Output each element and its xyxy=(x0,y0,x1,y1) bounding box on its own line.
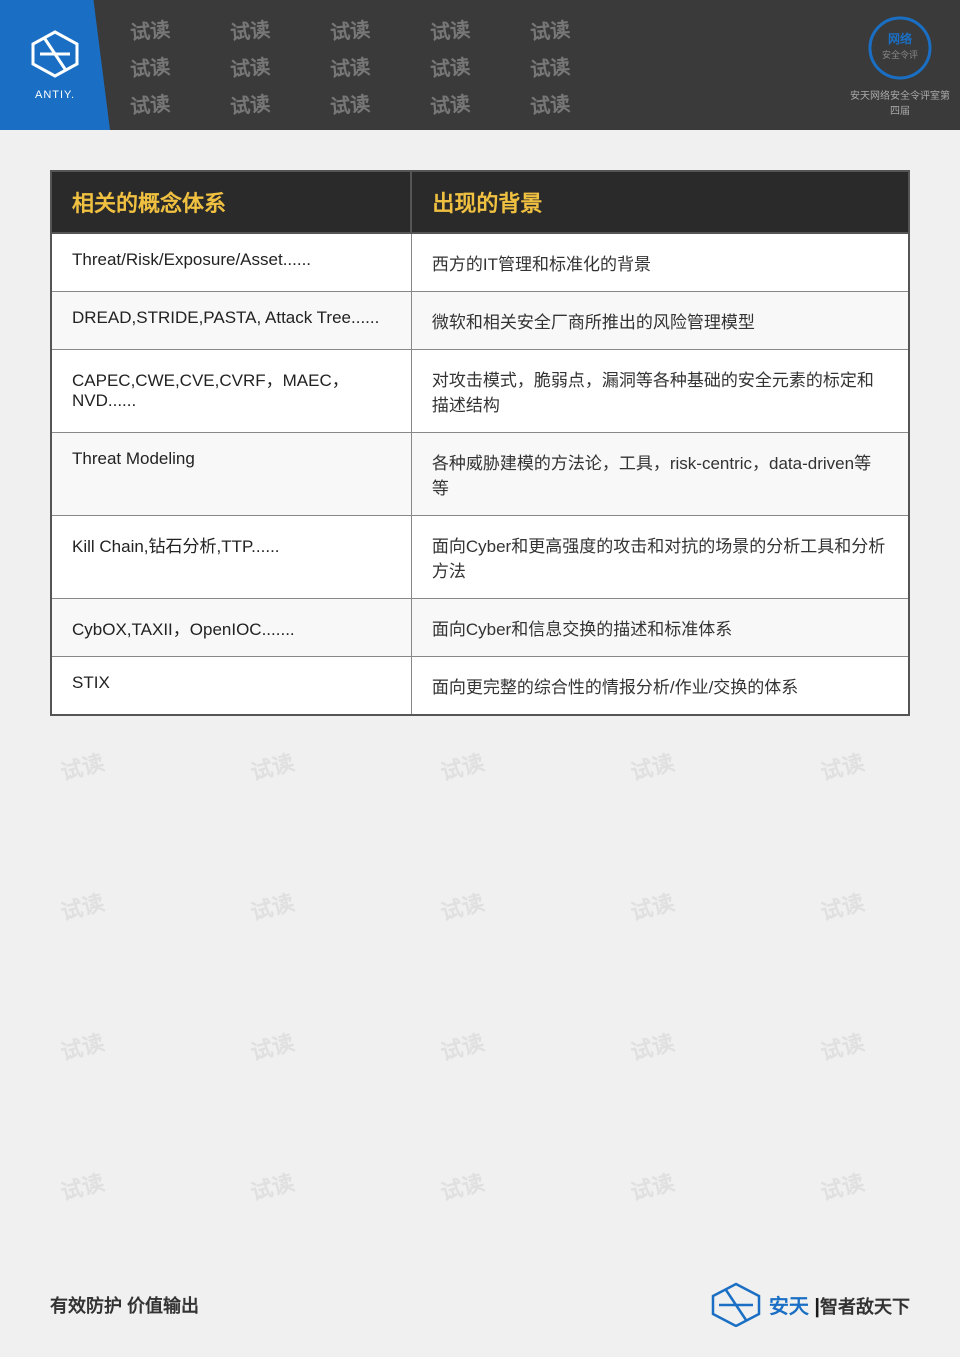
watermark-item: 试读 xyxy=(429,13,471,45)
footer-right: 安天 |智者敌天下 xyxy=(711,1282,910,1327)
watermark-item: 试读 xyxy=(129,13,171,45)
watermark-item: 试读 xyxy=(529,50,571,82)
table-cell-right: 面向Cyber和更高强度的攻击和对抗的场景的分析工具和分析方法 xyxy=(411,516,909,599)
main-content: 相关的概念体系 出现的背景 Threat/Risk/Exposure/Asset… xyxy=(0,130,960,746)
top-right-subtitle: 安天网络安全令评室第四届 xyxy=(850,87,950,117)
bg-watermark: 试读 xyxy=(627,745,678,787)
table-row: Threat Modeling各种威胁建模的方法论，工具，risk-centri… xyxy=(51,433,909,516)
bg-watermark: 试读 xyxy=(57,1165,108,1207)
footer-left-text: 有效防护 价值输出 xyxy=(50,1292,199,1318)
table-cell-right: 各种威胁建模的方法论，工具，risk-centric，data-driven等等 xyxy=(411,433,909,516)
footer: 有效防护 价值输出 安天 |智者敌天下 xyxy=(0,1282,960,1327)
table-cell-right: 西方的IT管理和标准化的背景 xyxy=(411,233,909,292)
bg-watermark: 试读 xyxy=(57,745,108,787)
table-cell-left: Kill Chain,钻石分析,TTP...... xyxy=(51,516,411,599)
bg-watermark: 试读 xyxy=(437,1025,488,1067)
watermark-item: 试读 xyxy=(229,13,271,45)
table-cell-right: 微软和相关安全厂商所推出的风险管理模型 xyxy=(411,292,909,350)
table-cell-left: Threat/Risk/Exposure/Asset...... xyxy=(51,233,411,292)
table-row: Threat/Risk/Exposure/Asset......西方的IT管理和… xyxy=(51,233,909,292)
watermark-row-bottom: 试读 试读 试读 试读 试读 xyxy=(110,89,960,118)
table-row: Kill Chain,钻石分析,TTP......面向Cyber和更高强度的攻击… xyxy=(51,516,909,599)
watermark-row-top: 试读 试读 试读 试读 试读 xyxy=(110,15,960,44)
bg-watermark: 试读 xyxy=(817,885,868,927)
table-cell-left: STIX xyxy=(51,657,411,716)
bg-watermark: 试读 xyxy=(247,885,298,927)
content-wrapper: 相关的概念体系 出现的背景 Threat/Risk/Exposure/Asset… xyxy=(50,170,910,716)
table-cell-right: 面向Cyber和信息交换的描述和标准体系 xyxy=(411,599,909,657)
logo-icon xyxy=(30,29,80,85)
bg-watermark: 试读 xyxy=(627,1025,678,1067)
watermark-item: 试读 xyxy=(329,13,371,45)
bg-watermark: 试读 xyxy=(817,1025,868,1067)
watermark-row-middle: 试读 试读 试读 试读 试读 xyxy=(110,52,960,81)
svg-text:网络: 网络 xyxy=(888,31,912,46)
table-row: CybOX,TAXII，OpenIOC.......面向Cyber和信息交换的描… xyxy=(51,599,909,657)
top-right-logo: 网络 安全令评 安天网络安全令评室第四届 xyxy=(850,10,950,120)
watermark-item: 试读 xyxy=(429,87,471,119)
header-watermark-area: 试读 试读 试读 试读 试读 试读 试读 试读 试读 试读 试读 试读 试读 试… xyxy=(110,0,960,130)
watermark-item: 试读 xyxy=(229,50,271,82)
bg-watermark: 试读 xyxy=(627,1165,678,1207)
watermark-item: 试读 xyxy=(129,50,171,82)
table-cell-left: DREAD,STRIDE,PASTA, Attack Tree...... xyxy=(51,292,411,350)
bg-watermark: 试读 xyxy=(437,885,488,927)
footer-brand-suffix: 智者敌天下 xyxy=(820,1297,910,1317)
bg-watermark: 试读 xyxy=(817,1165,868,1207)
logo-box: ANTIY. xyxy=(0,0,110,130)
watermark-item: 试读 xyxy=(529,87,571,119)
concept-table: 相关的概念体系 出现的背景 Threat/Risk/Exposure/Asset… xyxy=(50,170,910,716)
bg-watermark: 试读 xyxy=(437,745,488,787)
col1-header: 相关的概念体系 xyxy=(51,171,411,233)
table-row: DREAD,STRIDE,PASTA, Attack Tree......微软和… xyxy=(51,292,909,350)
bg-watermark: 试读 xyxy=(437,1165,488,1207)
table-header-row: 相关的概念体系 出现的背景 xyxy=(51,171,909,233)
svg-text:安全令评: 安全令评 xyxy=(882,49,918,60)
table-cell-left: CAPEC,CWE,CVE,CVRF，MAEC，NVD...... xyxy=(51,350,411,433)
table-cell-right: 面向更完整的综合性的情报分析/作业/交换的体系 xyxy=(411,657,909,716)
header: ANTIY. 试读 试读 试读 试读 试读 试读 试读 试读 试读 试读 试读 … xyxy=(0,0,960,130)
col2-header: 出现的背景 xyxy=(411,171,909,233)
bg-watermark: 试读 xyxy=(247,1165,298,1207)
table-cell-right: 对攻击模式，脆弱点，漏洞等各种基础的安全元素的标定和描述结构 xyxy=(411,350,909,433)
watermark-item: 试读 xyxy=(429,50,471,82)
footer-brand-text: 安天 |智者敌天下 xyxy=(769,1290,910,1319)
bg-watermark: 试读 xyxy=(57,1025,108,1067)
table-row: STIX面向更完整的综合性的情报分析/作业/交换的体系 xyxy=(51,657,909,716)
watermark-item: 试读 xyxy=(129,87,171,119)
watermark-item: 试读 xyxy=(229,87,271,119)
logo-text: ANTIY. xyxy=(35,89,75,101)
bg-watermark: 试读 xyxy=(247,745,298,787)
bg-watermark: 试读 xyxy=(817,745,868,787)
footer-brand-name: 安天 xyxy=(769,1296,809,1318)
watermark-item: 试读 xyxy=(329,50,371,82)
table-cell-left: Threat Modeling xyxy=(51,433,411,516)
watermark-item: 试读 xyxy=(329,87,371,119)
table-row: CAPEC,CWE,CVE,CVRF，MAEC，NVD......对攻击模式，脆… xyxy=(51,350,909,433)
footer-logo-icon xyxy=(711,1282,761,1327)
table-cell-left: CybOX,TAXII，OpenIOC....... xyxy=(51,599,411,657)
bg-watermark: 试读 xyxy=(627,885,678,927)
bg-watermark: 试读 xyxy=(57,885,108,927)
watermark-item: 试读 xyxy=(529,13,571,45)
table-body: Threat/Risk/Exposure/Asset......西方的IT管理和… xyxy=(51,233,909,715)
bg-watermark: 试读 xyxy=(247,1025,298,1067)
